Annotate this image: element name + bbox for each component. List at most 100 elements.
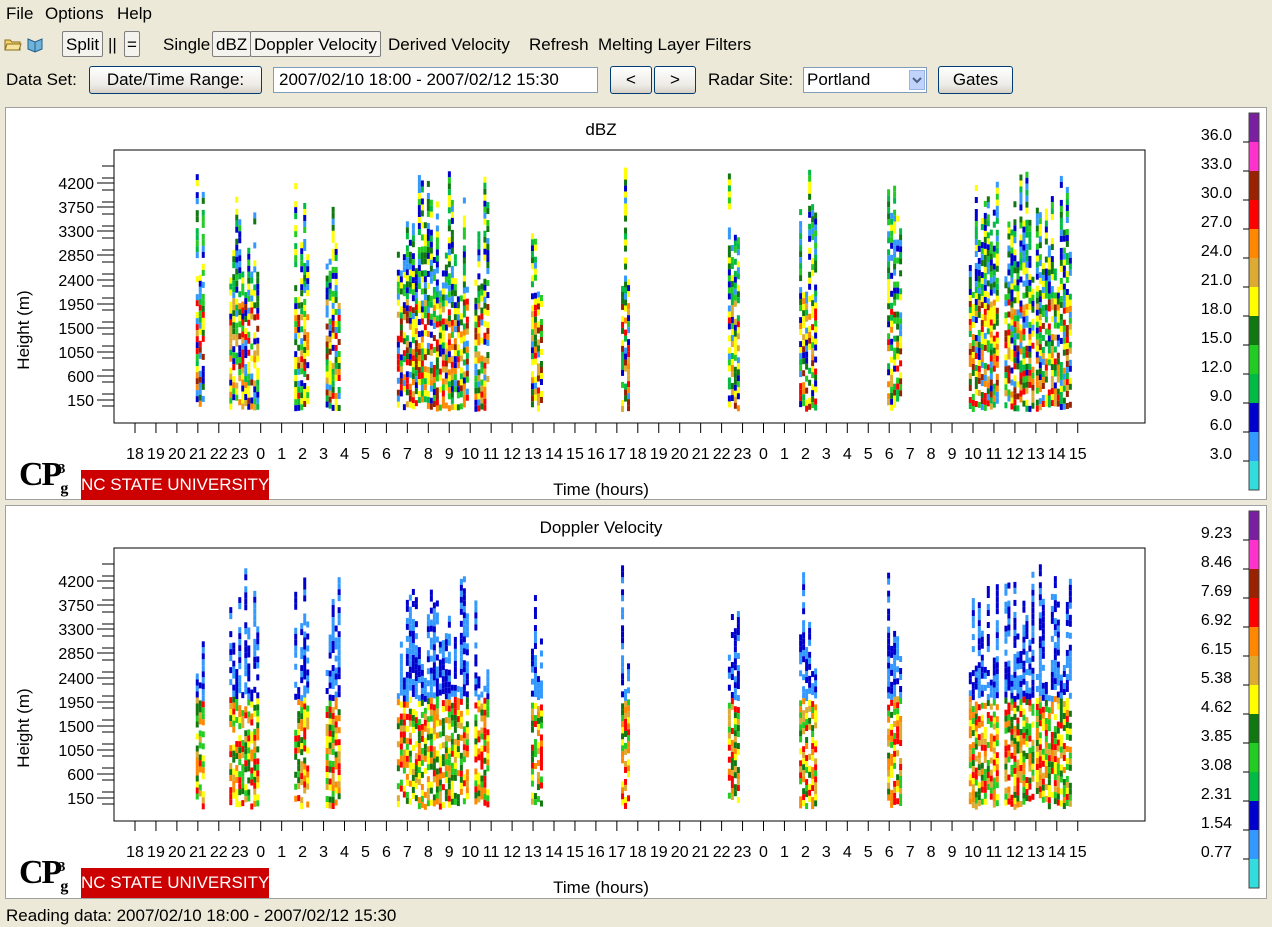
x-tick-label: 2 (801, 446, 810, 463)
echo-column (899, 656, 903, 807)
x-tick-label: 21 (692, 844, 710, 861)
x-tick-label: 17 (608, 446, 626, 463)
dataset-row: Data Set: Date/Time Range: 2007/02/10 18… (0, 64, 1272, 98)
prev-button[interactable]: < (610, 66, 652, 94)
colorbar-segment (1249, 374, 1259, 403)
y-tick-label: 1950 (58, 297, 94, 314)
filters-button[interactable]: Filters (705, 32, 751, 58)
x-tick-label: 18 (629, 446, 647, 463)
x-tick-label: 3 (822, 446, 831, 463)
colorbar-segment (1249, 830, 1259, 859)
echo-column (805, 647, 809, 810)
x-tick-label: 19 (147, 844, 165, 861)
x-tick-label: 0 (256, 844, 265, 861)
echo-column (974, 185, 978, 408)
echo-column (256, 271, 260, 410)
y-tick-label: 3750 (58, 598, 94, 615)
colorbar-segment (1249, 540, 1259, 569)
echo-column (450, 684, 454, 805)
x-tick-label: 23 (231, 446, 249, 463)
x-tick-label: 1 (780, 446, 789, 463)
x-tick-label: 23 (734, 446, 752, 463)
gates-button[interactable]: Gates (938, 66, 1013, 94)
echo-column (450, 199, 454, 410)
x-tick-label: 19 (650, 446, 668, 463)
melting-layer-button[interactable]: Melting Layer (598, 32, 700, 58)
colorbar-label: 1.54 (1201, 815, 1232, 832)
chevron-down-icon[interactable] (909, 70, 925, 90)
colorbar-label: 6.92 (1201, 612, 1232, 629)
colorbar-label: 3.85 (1201, 728, 1232, 745)
echo-column (983, 200, 987, 411)
echo-column (624, 167, 628, 402)
echo-column (426, 180, 430, 409)
y-tick-label: 2850 (58, 646, 94, 663)
colorbar-label: 27.0 (1201, 214, 1232, 231)
ncsu-logo: NC STATE UNIVERSITY (81, 470, 269, 500)
echo-column (244, 292, 248, 407)
x-tick-label: 11 (483, 844, 500, 861)
echo-column (971, 291, 975, 412)
x-tick-label: 7 (403, 446, 412, 463)
menu-file[interactable]: File (6, 4, 33, 24)
x-tick-label: 15 (1069, 844, 1087, 861)
echo-column (802, 572, 806, 807)
date-time-range-button[interactable]: Date/Time Range: (89, 66, 262, 94)
radar-site-select[interactable]: Portland (803, 67, 927, 93)
refresh-button[interactable]: Refresh (529, 32, 589, 58)
echo-column (297, 687, 301, 802)
y-tick-label: 2850 (58, 248, 94, 265)
x-tick-label: 20 (671, 446, 689, 463)
dbz-button[interactable]: dBZ (212, 31, 252, 57)
derived-velocity-button[interactable]: Derived Velocity (388, 32, 510, 58)
echo-column (438, 290, 442, 411)
colorbar-label: 36.0 (1201, 127, 1232, 144)
menu-options[interactable]: Options (45, 4, 104, 24)
x-tick-label: 10 (461, 844, 479, 861)
equal-button[interactable]: = (124, 31, 140, 57)
doppler-velocity-button[interactable]: Doppler Velocity (250, 31, 381, 57)
echo-column (486, 202, 490, 383)
y-tick-label: 600 (67, 767, 94, 784)
next-button[interactable]: > (654, 66, 696, 94)
x-tick-label: 0 (256, 446, 265, 463)
x-tick-label: 12 (503, 844, 521, 861)
x-tick-label: 11 (483, 446, 500, 463)
date-range-field[interactable]: 2007/02/10 18:00 - 2007/02/12 15:30 (273, 67, 598, 93)
book-icon[interactable] (26, 35, 44, 53)
x-tick-label: 4 (340, 844, 349, 861)
colorbar-segment (1249, 685, 1259, 714)
echo-column (420, 663, 424, 808)
echo-column (1007, 221, 1011, 402)
menu-help[interactable]: Help (117, 4, 152, 24)
x-tick-label: 2 (298, 446, 307, 463)
x-tick-label: 19 (650, 844, 668, 861)
x-tick-label: 20 (168, 844, 186, 861)
colorbar-label: 18.0 (1201, 301, 1232, 318)
echo-column (337, 577, 341, 800)
single-button[interactable]: Single (163, 32, 210, 58)
x-tick-label: 9 (445, 844, 454, 861)
x-tick-label: 8 (927, 844, 936, 861)
echo-column (1010, 229, 1014, 410)
echo-column (811, 671, 815, 810)
colorbar-label: 7.69 (1201, 583, 1232, 600)
echo-column (539, 638, 543, 807)
parallel-button[interactable]: || (108, 32, 117, 58)
echo-column (456, 296, 460, 411)
y-tick-label: 1500 (58, 719, 94, 736)
open-folder-icon[interactable] (4, 35, 22, 53)
x-tick-label: 18 (126, 446, 144, 463)
echo-column (624, 688, 628, 809)
doppler-y-axis-label: Height (m) (14, 688, 33, 768)
echo-column (1062, 229, 1066, 410)
echo-column (480, 691, 484, 800)
y-tick-label: 4200 (58, 574, 94, 591)
echo-column (483, 176, 487, 411)
colorbar-segment (1249, 859, 1259, 888)
colorbar-segment (1249, 801, 1259, 830)
split-button[interactable]: Split (62, 31, 104, 57)
echo-column (805, 291, 809, 412)
echo-column (447, 615, 451, 808)
echo-column (1041, 262, 1045, 407)
